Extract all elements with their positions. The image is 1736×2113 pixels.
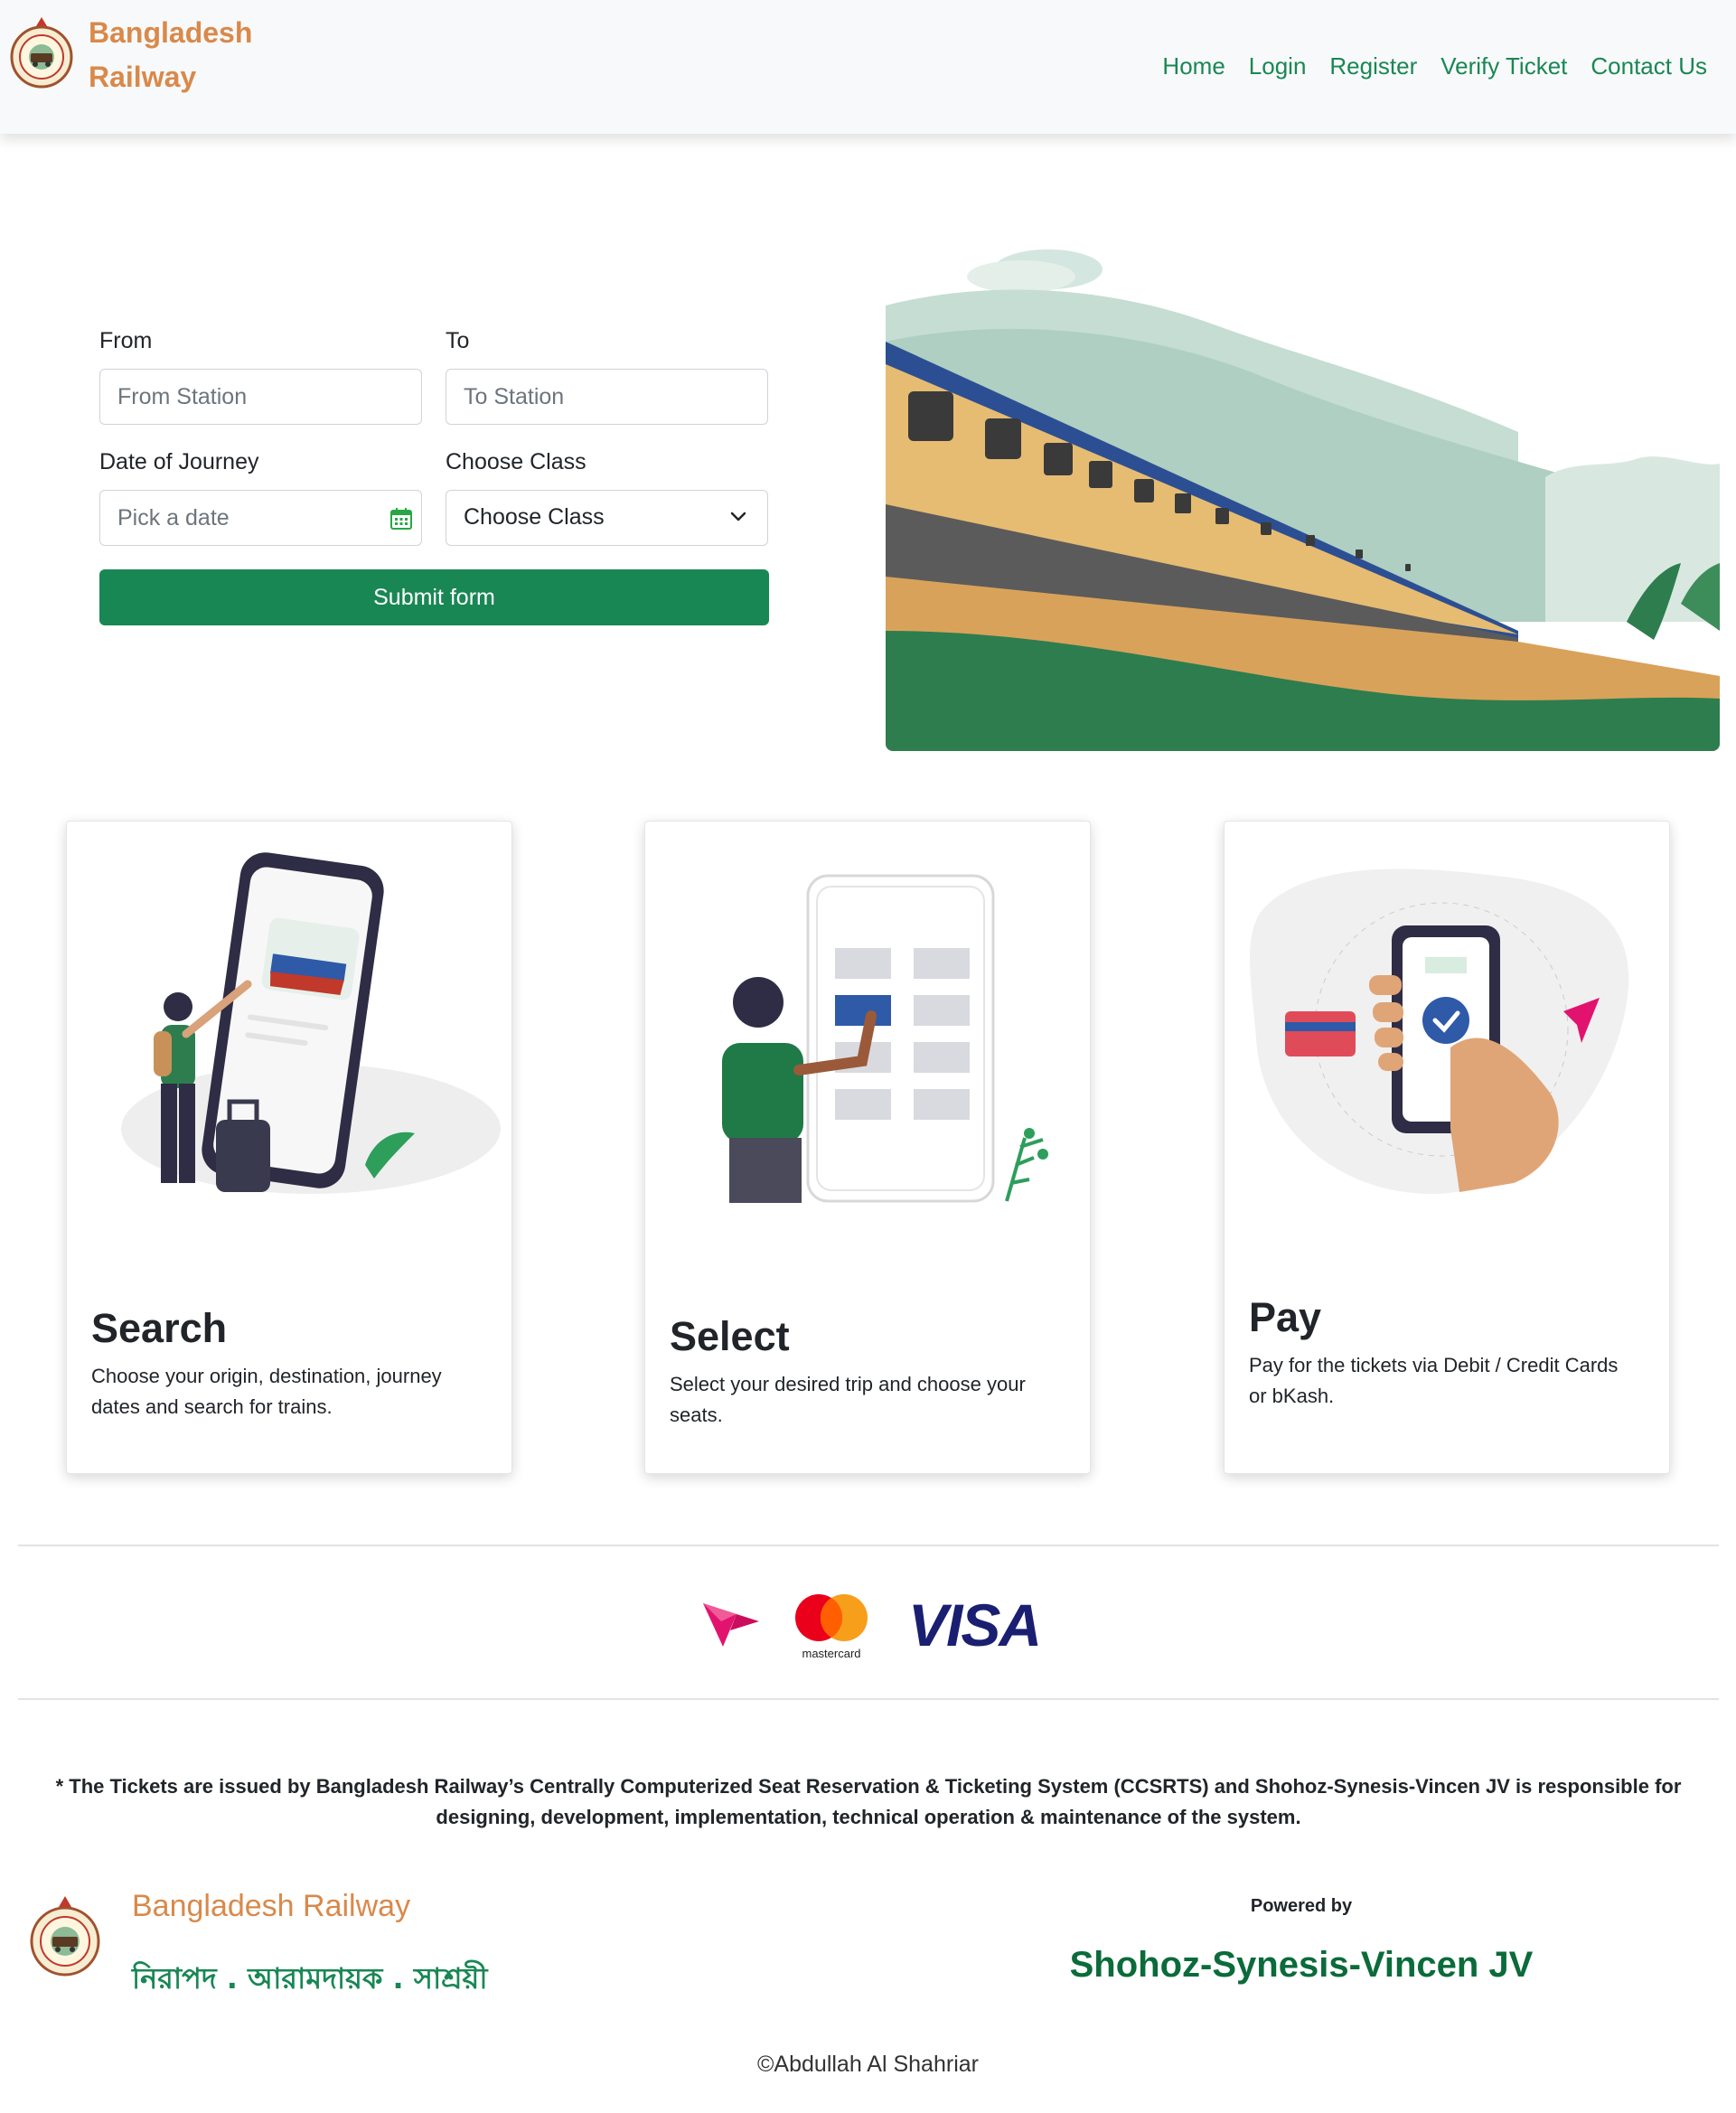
footer-railway-logo-icon	[30, 1896, 100, 1977]
divider-bottom	[18, 1698, 1719, 1700]
nav-register-link[interactable]: Register	[1329, 51, 1417, 81]
brand-line-2: Railway	[89, 61, 197, 93]
select-card-text: Select your desired trip and choose your…	[670, 1373, 1026, 1426]
date-label: Date of Journey	[99, 449, 259, 474]
search-card-title: Search	[91, 1305, 228, 1351]
visa-logo: VISA	[908, 1592, 1042, 1658]
nav-home-link[interactable]: Home	[1162, 51, 1225, 81]
date-picker	[99, 490, 422, 546]
pay-illustration	[1250, 869, 1629, 1195]
from-label: From	[99, 328, 153, 353]
nav-login-link[interactable]: Login	[1249, 51, 1307, 81]
pay-step-card: Pay Pay for the tickets via Debit / Cred…	[1224, 821, 1670, 1474]
search-illustration	[121, 852, 501, 1194]
navbar: Bangladesh Railway Home Login Register V…	[0, 0, 1736, 134]
search-form: From To Date of Journey	[99, 325, 769, 625]
mastercard-logo: mastercard	[795, 1594, 868, 1660]
date-input[interactable]	[99, 490, 422, 546]
pay-card-title: Pay	[1249, 1294, 1322, 1340]
select-illustration	[722, 874, 1048, 1203]
mastercard-text: mastercard	[802, 1647, 860, 1660]
brand-line-1: Bangladesh	[89, 16, 253, 49]
payment-logos: mastercard VISA	[687, 1582, 1066, 1663]
to-label: To	[446, 328, 470, 353]
class-select[interactable]: Choose Class	[446, 490, 768, 546]
class-label: Choose Class	[446, 449, 586, 474]
footer-brand-name: Bangladesh Railway	[132, 1889, 411, 1923]
bkash-icon	[703, 1603, 759, 1647]
nav-contact-us-link[interactable]: Contact Us	[1591, 51, 1707, 81]
copyright-text: ©Abdullah Al Shahriar	[757, 2052, 979, 2077]
search-card-text: Choose your origin, destination, journey…	[91, 1365, 442, 1418]
hero-train-illustration	[886, 206, 1720, 751]
railway-logo-icon	[10, 17, 73, 89]
nav-verify-ticket-link[interactable]: Verify Ticket	[1440, 51, 1567, 81]
to-station-input[interactable]	[446, 369, 768, 425]
powered-by-name: Shohoz-Synesis-Vincen JV	[1069, 1945, 1534, 1985]
pay-card-text: Pay for the tickets via Debit / Credit C…	[1249, 1354, 1619, 1407]
divider-top	[18, 1545, 1719, 1546]
from-station-input[interactable]	[99, 369, 422, 425]
search-step-card: Search Choose your origin, destination, …	[66, 821, 512, 1474]
navbar-brand[interactable]: Bangladesh Railway	[9, 11, 252, 99]
class-select-value: Choose Class	[464, 504, 605, 530]
submit-button[interactable]: Submit form	[99, 569, 769, 625]
chevron-down-icon	[730, 512, 746, 521]
powered-by-label: Powered by	[1250, 1896, 1353, 1916]
calendar-icon[interactable]	[389, 507, 413, 531]
footer-motto: নিরাপদ . আরামদায়ক . সাশ্রয়ী	[132, 1961, 488, 1996]
nav-links: Home Login Register Verify Ticket Contac…	[1162, 51, 1707, 81]
select-card-title: Select	[670, 1313, 790, 1359]
select-step-card: Select Select your desired trip and choo…	[644, 821, 1091, 1474]
footer-disclaimer: * The Tickets are issued by Bangladesh R…	[55, 1775, 1682, 1828]
